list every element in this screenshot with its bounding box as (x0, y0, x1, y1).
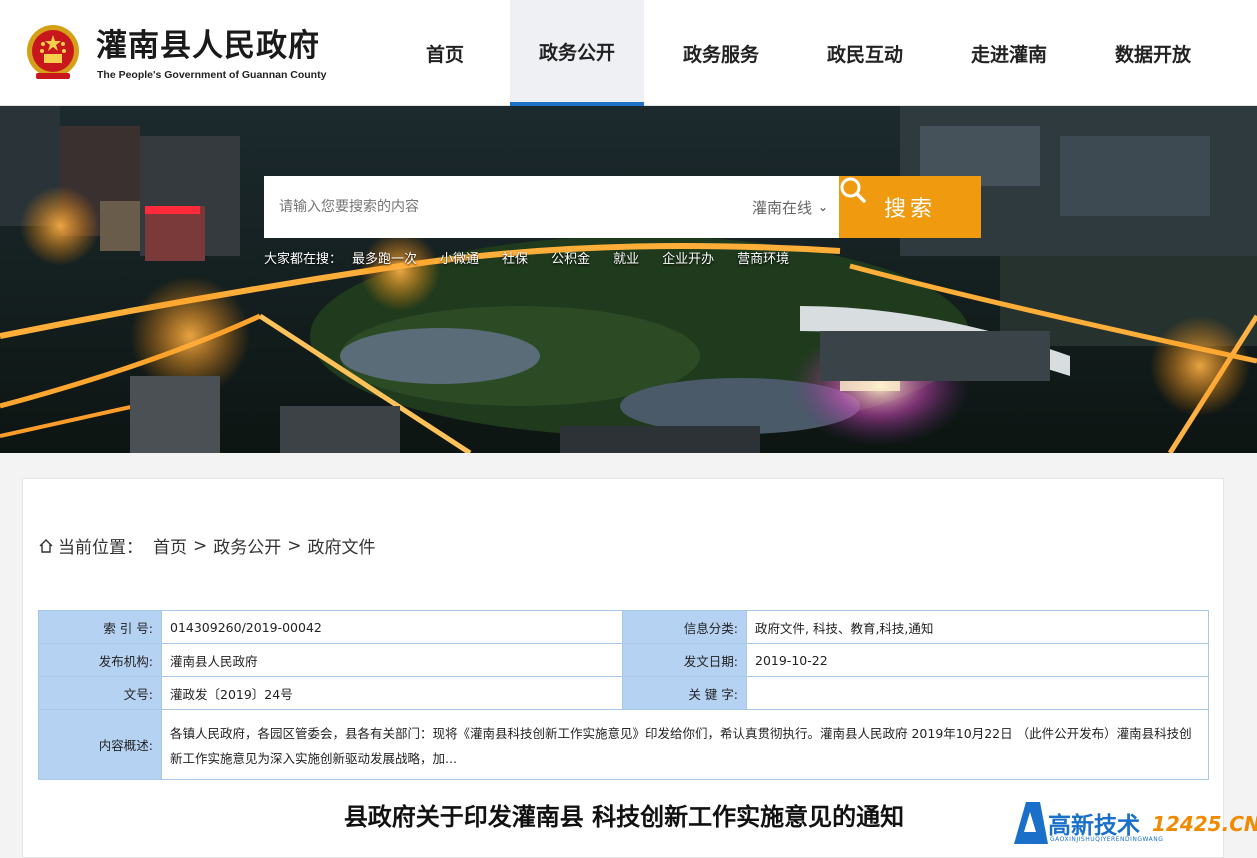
table-row: 文号: 灌政发〔2019〕24号 关 键 字: (38, 676, 1209, 710)
search-button-label: 搜索 (883, 197, 936, 222)
document-metadata-table: 索 引 号: 014309260/2019-00042 信息分类: 政府文件, … (38, 610, 1209, 780)
hot-link-business-environment[interactable]: 营商环境 (737, 248, 789, 267)
document-number-label: 文号: (38, 676, 162, 710)
hot-link-employment[interactable]: 就业 (613, 248, 639, 267)
document-number-value: 灌政发〔2019〕24号 (161, 676, 623, 710)
nav-item-open-data[interactable]: 数据开放 (1086, 0, 1220, 106)
publisher-value: 灌南县人民政府 (161, 643, 623, 677)
breadcrumb-government-documents[interactable]: 政府文件 (308, 533, 376, 558)
breadcrumb-label: 当前位置： (58, 538, 143, 558)
nav-item-government-affairs[interactable]: 政务公开 (510, 0, 644, 106)
hero-banner: 灌南在线 ⌄ 搜索 大家都在搜： 最多跑一次 小微通 社保 公积金 就业 企业开… (0, 106, 1257, 453)
breadcrumb-government-affairs[interactable]: 政务公开 (213, 533, 281, 558)
index-number-value: 014309260/2019-00042 (161, 610, 623, 644)
hot-link-housing-fund[interactable]: 公积金 (551, 248, 590, 267)
chevron-down-icon: ⌄ (818, 200, 829, 214)
keywords-label: 关 键 字: (622, 676, 747, 710)
breadcrumb: 当前位置： 首页 > 政务公开 > 政府文件 (38, 533, 376, 558)
hot-link-micro-business[interactable]: 小微通 (440, 248, 479, 267)
table-row: 索 引 号: 014309260/2019-00042 信息分类: 政府文件, … (38, 610, 1209, 644)
watermark-number-digits: 12425 (1152, 812, 1222, 836)
breadcrumb-separator: > (287, 535, 302, 556)
national-emblem-icon[interactable] (24, 23, 82, 83)
summary-label: 内容概述: (38, 709, 162, 780)
breadcrumb-home[interactable]: 首页 (153, 533, 187, 558)
hot-link-social-security[interactable]: 社保 (502, 248, 528, 267)
breadcrumb-separator: > (193, 535, 208, 556)
nav-item-home[interactable]: 首页 (390, 0, 500, 106)
issue-date-value: 2019-10-22 (746, 643, 1209, 677)
hot-search-bar: 大家都在搜： 最多跑一次 小微通 社保 公积金 就业 企业开办 营商环境 (264, 248, 812, 267)
search-button[interactable]: 搜索 (839, 176, 981, 238)
nav-item-about-guannan[interactable]: 走进灌南 (942, 0, 1076, 106)
site-title: 灌南县人民政府 (96, 28, 320, 64)
city-night-aerial-image (0, 106, 1257, 453)
hot-link-one-visit[interactable]: 最多跑一次 (352, 248, 417, 267)
hot-link-business-startup[interactable]: 企业开办 (662, 248, 714, 267)
issue-date-label: 发文日期: (622, 643, 747, 677)
watermark-suffix: .CN (1221, 812, 1257, 836)
table-row: 发布机构: 灌南县人民政府 发文日期: 2019-10-22 (38, 643, 1209, 677)
keywords-value (746, 676, 1209, 710)
category-label: 信息分类: (622, 610, 747, 644)
search-scope-select[interactable]: 灌南在线 ⌄ (752, 176, 828, 238)
watermark-subtext: GAOXINJISHUQIYERENDINGWANG (1050, 836, 1164, 843)
category-value: 政府文件, 科技、教育,科技,通知 (746, 610, 1209, 644)
site-header: 灌南县人民政府 The People's Government of Guann… (0, 0, 1257, 106)
search-scope-label: 灌南在线 (752, 198, 813, 217)
home-icon (39, 538, 53, 553)
summary-value: 各镇人民政府，各园区管委会，县各有关部门：现将《灌南县科技创新工作实施意见》印发… (161, 709, 1209, 780)
index-number-label: 索 引 号: (38, 610, 162, 644)
watermark-text: 高新技术 (1048, 813, 1140, 839)
main-nav: 首页 政务公开 政务服务 政民互动 走进灌南 数据开放 (390, 0, 1230, 106)
watermark-number: 12425.CN (1152, 812, 1257, 836)
search-icon (840, 177, 866, 203)
nav-item-interaction[interactable]: 政民互动 (798, 0, 932, 106)
nav-item-government-services[interactable]: 政务服务 (654, 0, 788, 106)
table-row: 内容概述: 各镇人民政府，各园区管委会，县各有关部门：现将《灌南县科技创新工作实… (38, 709, 1209, 780)
site-subtitle: The People's Government of Guannan Count… (97, 69, 327, 81)
publisher-label: 发布机构: (38, 643, 162, 677)
hot-search-label: 大家都在搜： (264, 252, 343, 267)
